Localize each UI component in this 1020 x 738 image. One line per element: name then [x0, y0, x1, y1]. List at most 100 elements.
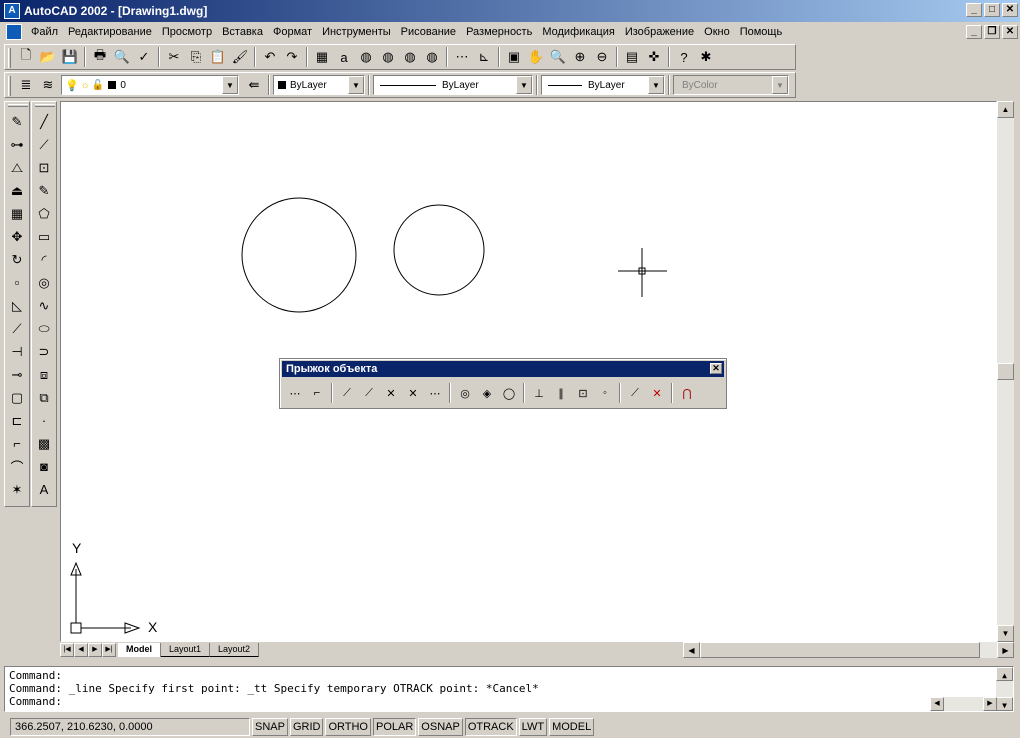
menu-item-5[interactable]: Инструменты: [317, 23, 396, 41]
document-minimize-button[interactable]: _: [966, 25, 982, 39]
undo-icon[interactable]: ↶: [259, 46, 281, 68]
ellipse-icon[interactable]: ⬭: [33, 317, 55, 340]
cut-icon[interactable]: ✂: [163, 46, 185, 68]
menu-item-0[interactable]: Файл: [26, 23, 63, 41]
last-tab-icon[interactable]: ▶|: [102, 643, 116, 657]
break-at-point-icon[interactable]: ⊏: [6, 409, 28, 432]
fillet-icon[interactable]: ⌒: [6, 455, 28, 478]
document-icon[interactable]: [6, 24, 22, 40]
scroll-left-icon[interactable]: ◀: [930, 697, 944, 711]
trim-icon[interactable]: ⊣: [6, 340, 28, 363]
object-snap-toolbar-title[interactable]: Прыжок объекта ✕: [282, 361, 724, 377]
osnap-toggle[interactable]: OSNAP: [418, 718, 463, 736]
osnap-settings-icon[interactable]: ⋂: [676, 382, 698, 404]
snap-from-icon[interactable]: ⌐: [306, 382, 328, 404]
hatch-icon[interactable]: ▩: [33, 432, 55, 455]
web-icon-1[interactable]: ◍: [355, 46, 377, 68]
horizontal-scrollbar[interactable]: ◀ ▶: [683, 642, 1014, 658]
snap-node-icon[interactable]: ◦: [594, 382, 616, 404]
close-button[interactable]: ✕: [1002, 3, 1018, 17]
menu-item-11[interactable]: Помощь: [735, 23, 788, 41]
tab-model[interactable]: Model: [118, 643, 161, 657]
snap-quadrant-icon[interactable]: ◈: [476, 382, 498, 404]
scroll-down-icon[interactable]: ▼: [997, 625, 1014, 642]
spell-check-icon[interactable]: ✓: [133, 46, 155, 68]
scroll-right-icon[interactable]: ▶: [997, 642, 1014, 658]
command-horizontal-scroll[interactable]: ◀ ▶: [930, 697, 997, 711]
polar-toggle[interactable]: POLAR: [373, 718, 417, 736]
toolbar-grip[interactable]: [8, 104, 28, 107]
scroll-thumb[interactable]: [700, 642, 980, 658]
help-icon[interactable]: ?: [673, 46, 695, 68]
open-icon[interactable]: 📂: [37, 46, 59, 68]
zoom-window-icon[interactable]: ⊕: [569, 46, 591, 68]
line-icon[interactable]: ╱: [33, 110, 55, 133]
match-properties-icon[interactable]: 🖌: [229, 46, 251, 68]
stretch-icon[interactable]: ◺: [6, 294, 28, 317]
circle-1[interactable]: [241, 197, 357, 313]
snap-tangent-icon[interactable]: ◯: [498, 382, 520, 404]
web-icon-3[interactable]: ◍: [399, 46, 421, 68]
zoom-previous-icon[interactable]: ⊖: [591, 46, 613, 68]
lengthen-icon[interactable]: ⟋: [6, 317, 28, 340]
lwt-toggle[interactable]: LWT: [518, 718, 548, 736]
break-icon[interactable]: ▢: [6, 386, 28, 409]
new-icon[interactable]: 🗋: [15, 46, 37, 68]
scale-icon[interactable]: ▫: [6, 271, 28, 294]
redo-icon[interactable]: ↷: [281, 46, 303, 68]
offset-icon[interactable]: ⏏: [6, 179, 28, 202]
print-icon[interactable]: 🖶: [89, 46, 111, 68]
pan-realtime-icon[interactable]: ✋: [525, 46, 547, 68]
array-icon[interactable]: ▦: [6, 202, 28, 225]
chevron-down-icon[interactable]: ▼: [516, 76, 532, 94]
menu-item-3[interactable]: Вставка: [217, 23, 268, 41]
command-prompt[interactable]: Command:: [9, 695, 1009, 708]
polygon-icon[interactable]: ⬠: [33, 202, 55, 225]
menu-item-2[interactable]: Просмотр: [157, 23, 217, 41]
save-icon[interactable]: 💾: [59, 46, 81, 68]
menu-item-9[interactable]: Изображение: [620, 23, 699, 41]
tab-layout1[interactable]: Layout1: [161, 643, 211, 657]
properties-icon[interactable]: ▤: [621, 46, 643, 68]
circle-2[interactable]: [393, 204, 485, 296]
multiline-icon[interactable]: ⊡: [33, 156, 55, 179]
vertical-scrollbar[interactable]: ▲ ▼: [997, 101, 1014, 642]
toolbar-grip[interactable]: [8, 76, 11, 96]
snap-midpoint-icon[interactable]: ⟋: [358, 382, 380, 404]
design-tool-icon[interactable]: ✜: [643, 46, 665, 68]
snap-parallel-icon[interactable]: ∥: [550, 382, 572, 404]
snap-nearest-icon[interactable]: ⟋: [624, 382, 646, 404]
autocad-app-icon[interactable]: A: [4, 3, 20, 19]
revision-cloud-icon[interactable]: ⊃: [33, 340, 55, 363]
menu-item-10[interactable]: Окно: [699, 23, 735, 41]
snap-toggle[interactable]: SNAP: [252, 718, 288, 736]
design-center-icon[interactable]: ▦: [311, 46, 333, 68]
scroll-up-icon[interactable]: ▲: [996, 667, 1013, 681]
circle-icon[interactable]: ◎: [33, 271, 55, 294]
print-preview-icon[interactable]: 🔍: [111, 46, 133, 68]
make-object-layer-current-icon[interactable]: ≋: [37, 74, 59, 96]
point-icon[interactable]: ·: [33, 409, 55, 432]
document-restore-button[interactable]: ❐: [984, 25, 1000, 39]
insert-block-icon[interactable]: ⧈: [33, 363, 55, 386]
today-icon[interactable]: ✱: [695, 46, 717, 68]
snap-center-icon[interactable]: ◎: [454, 382, 476, 404]
document-close-button[interactable]: ✕: [1002, 25, 1018, 39]
toolbar-grip[interactable]: [8, 48, 11, 68]
model-toggle[interactable]: MODEL: [549, 718, 595, 736]
layer-manager-icon[interactable]: ≣: [15, 74, 37, 96]
coordinates-display[interactable]: 366.2507, 210.6230, 0.0000: [10, 718, 250, 736]
named-views-icon[interactable]: ▣: [503, 46, 525, 68]
scroll-up-icon[interactable]: ▲: [997, 101, 1014, 118]
snap-none-icon[interactable]: ✕: [646, 382, 668, 404]
maximize-button[interactable]: □: [984, 3, 1000, 17]
command-window[interactable]: Command: Command: _line Specify first poi…: [4, 666, 1014, 712]
scroll-left-icon[interactable]: ◀: [683, 642, 700, 658]
multiline-text-icon[interactable]: A: [33, 478, 55, 501]
menu-item-7[interactable]: Размерность: [461, 23, 537, 41]
snap-intersection-icon[interactable]: ✕: [380, 382, 402, 404]
chevron-down-icon[interactable]: ▼: [648, 76, 664, 94]
chevron-down-icon[interactable]: ▼: [348, 76, 364, 94]
rotate-icon[interactable]: ↻: [6, 248, 28, 271]
scroll-thumb[interactable]: [997, 363, 1014, 380]
